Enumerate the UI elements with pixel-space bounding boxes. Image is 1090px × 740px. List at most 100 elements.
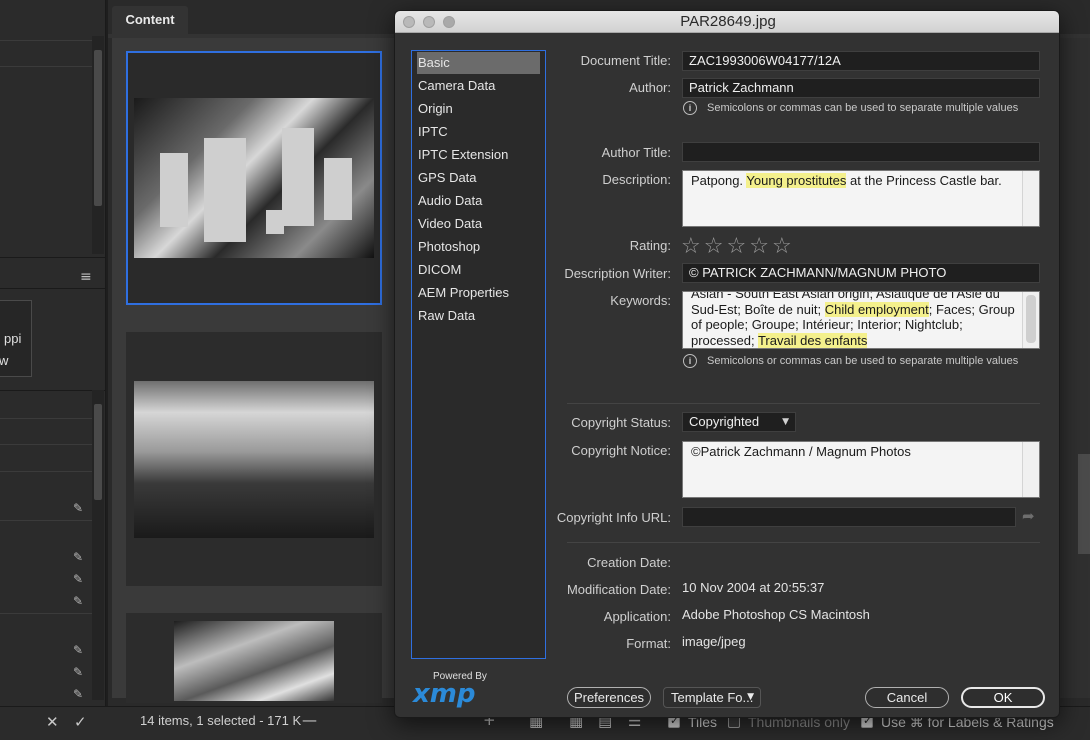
scrollbar[interactable]: [92, 390, 104, 700]
edit-pencil-icon[interactable]: ✎: [73, 550, 83, 564]
description-writer-field[interactable]: © PATRICK ZACHMANN/MAGNUM PHOTO: [682, 263, 1040, 283]
format-value: image/jpeg: [682, 634, 746, 649]
panel-divider: [0, 257, 106, 258]
ok-button[interactable]: OK: [961, 687, 1045, 708]
thumbnail-image: [134, 98, 374, 258]
star-icon[interactable]: ☆: [681, 234, 704, 259]
dialog-title: PAR28649.jpg: [680, 13, 776, 30]
keywords-label: Keywords:: [610, 293, 671, 308]
panel-divider: [0, 613, 92, 614]
category-list: Basic Camera Data Origin IPTC IPTC Extension…: [411, 50, 546, 659]
category-item-camera-data[interactable]: Camera Data: [417, 75, 540, 97]
chevron-down-icon: ▼: [782, 417, 789, 427]
copyright-notice-field[interactable]: ©Patrick Zachmann / Magnum Photos: [682, 441, 1040, 498]
cancel-x-icon[interactable]: ✕: [46, 713, 59, 731]
file-info-dialog: PAR28649.jpg Basic Camera Data Origin IPTC I…: [394, 10, 1060, 718]
category-item-iptc[interactable]: IPTC: [417, 121, 540, 143]
scrollbar-thumb[interactable]: [1078, 454, 1090, 554]
rating-label: Rating:: [629, 238, 671, 253]
template-folder-label: Template Fo...: [671, 690, 754, 705]
apply-check-icon[interactable]: ✓: [74, 713, 87, 731]
thumbnail[interactable]: [126, 613, 382, 703]
scrollbar-thumb[interactable]: [94, 404, 102, 500]
redaction-block: [204, 138, 246, 242]
description-scroll-track: [1022, 171, 1039, 226]
copyright-status-select[interactable]: Copyrighted ▼: [682, 412, 796, 432]
category-item-video-data[interactable]: Video Data: [417, 213, 540, 235]
creation-date-label: Creation Date:: [587, 555, 671, 570]
scrollbar-thumb[interactable]: [94, 50, 102, 206]
copyright-info-url-label: Copyright Info URL:: [556, 510, 671, 525]
category-item-gps-data[interactable]: GPS Data: [417, 167, 540, 189]
panel-divider: [0, 520, 92, 521]
thumbnail[interactable]: [126, 332, 382, 586]
star-icon[interactable]: ☆: [772, 234, 795, 259]
description-highlight: Young prostitutes: [746, 173, 847, 188]
star-icon[interactable]: ☆: [726, 234, 749, 259]
edit-pencil-icon[interactable]: ✎: [73, 687, 83, 701]
thumbnail-image: [174, 621, 334, 701]
star-icon[interactable]: ☆: [704, 234, 727, 259]
author-field[interactable]: Patrick Zachmann: [682, 78, 1040, 98]
panel-divider: [0, 40, 92, 41]
category-item-origin[interactable]: Origin: [417, 98, 540, 120]
left-panel: ≡ ppi w ✎ ✎ ✎ ✎ ✎ ✎ ✎: [0, 0, 106, 740]
star-icon[interactable]: ☆: [749, 234, 772, 259]
author-info-note: i Semicolons or commas can be used to sep…: [683, 101, 1018, 115]
partial-label: w: [0, 353, 9, 368]
category-item-photoshop[interactable]: Photoshop: [417, 236, 540, 258]
modification-date-value: 10 Nov 2004 at 20:55:37: [682, 580, 825, 595]
info-icon: i: [683, 101, 697, 115]
description-writer-label: Description Writer:: [564, 266, 671, 281]
panel-divider: [0, 471, 92, 472]
edit-pencil-icon[interactable]: ✎: [73, 643, 83, 657]
description-label: Description:: [602, 172, 671, 187]
cancel-button[interactable]: Cancel: [865, 687, 949, 708]
copyright-info-url-field[interactable]: [682, 507, 1016, 527]
keywords-field[interactable]: Asian - South East Asian origin; Asiatiq…: [682, 291, 1040, 349]
tab-content[interactable]: Content: [112, 6, 188, 34]
template-folder-button[interactable]: Template Fo... ▼: [663, 687, 761, 708]
author-label: Author:: [629, 80, 671, 95]
ppi-label: ppi: [4, 331, 22, 346]
redaction-block: [324, 158, 352, 220]
keywords-highlight: Child employment: [824, 301, 929, 317]
share-arrow-icon[interactable]: ➦: [1022, 507, 1035, 525]
copyright-notice-text: ©Patrick Zachmann / Magnum Photos: [691, 444, 911, 459]
edit-pencil-icon[interactable]: ✎: [73, 594, 83, 608]
edit-pencil-icon[interactable]: ✎: [73, 665, 83, 679]
keywords-info-note: i Semicolons or commas can be used to sep…: [683, 354, 1018, 368]
category-item-basic[interactable]: Basic: [417, 52, 540, 74]
keywords-content: Asian - South East Asian origin; Asiatiq…: [691, 292, 1015, 348]
keywords-scroll-track: [1022, 292, 1039, 348]
category-item-aem-properties[interactable]: AEM Properties: [417, 282, 540, 304]
rating-stars[interactable]: ☆☆☆☆☆: [681, 234, 795, 259]
chevron-down-icon: ▼: [747, 692, 754, 702]
thumbnail-image: [134, 381, 374, 538]
document-title-label: Document Title:: [580, 53, 671, 68]
section-divider: [567, 542, 1040, 543]
description-field[interactable]: Patpong. Young prostitutes at the Prince…: [682, 170, 1040, 227]
copyright-status-value: Copyrighted: [689, 414, 760, 429]
preferences-button[interactable]: Preferences: [567, 687, 651, 708]
document-title-field[interactable]: ZAC1993006W04177/12A: [682, 51, 1040, 71]
thumbnail-selected[interactable]: [126, 51, 382, 305]
keywords-scroll-thumb[interactable]: [1026, 295, 1036, 343]
panel-divider: [0, 66, 92, 67]
copyright-notice-label: Copyright Notice:: [571, 443, 671, 458]
scrollbar[interactable]: [92, 36, 104, 254]
category-item-audio-data[interactable]: Audio Data: [417, 190, 540, 212]
category-item-iptc-extension[interactable]: IPTC Extension: [417, 144, 540, 166]
redaction-block: [282, 128, 314, 226]
panel-menu-icon[interactable]: ≡: [80, 269, 92, 285]
panel-divider: [0, 288, 106, 289]
edit-pencil-icon[interactable]: ✎: [73, 501, 83, 515]
zoom-out-icon[interactable]: —: [302, 711, 317, 729]
author-title-field[interactable]: [682, 142, 1040, 162]
description-text: Patpong.: [691, 173, 747, 188]
category-item-dicom[interactable]: DICOM: [417, 259, 540, 281]
category-item-raw-data[interactable]: Raw Data: [417, 305, 540, 327]
edit-pencil-icon[interactable]: ✎: [73, 572, 83, 586]
application-label: Application:: [603, 609, 671, 624]
redaction-block: [266, 210, 284, 234]
